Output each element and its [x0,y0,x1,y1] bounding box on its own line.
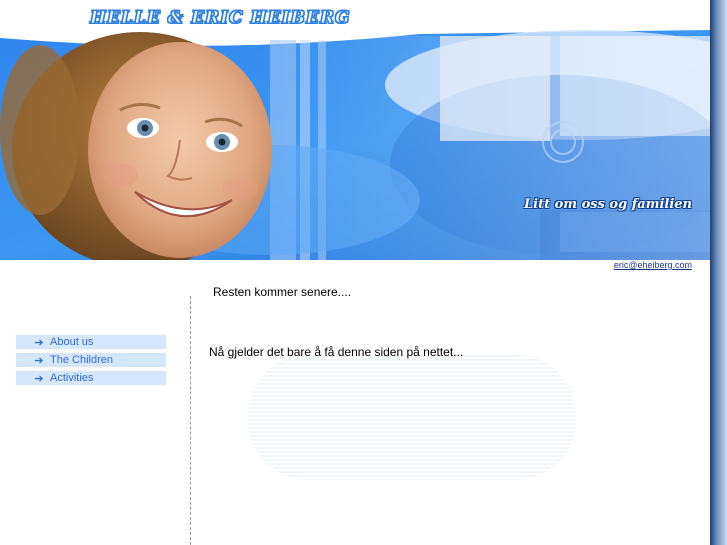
sidebar-item-the-children[interactable]: ➔ The Children [16,353,166,367]
banner-artwork [0,0,710,260]
tagline: Litt om oss og familien [524,197,692,212]
arrow-right-icon: ➔ [34,336,44,349]
face-shape [88,42,272,258]
sidebar-item-activities[interactable]: ➔ Activities [16,371,166,385]
arrow-right-icon: ➔ [34,354,44,367]
site-title: HELLE & ERIC HEIBERG [90,8,351,29]
sidebar-item-label: The Children [50,354,113,366]
sidebar-item-label: About us [50,336,94,348]
header-banner: HELLE & ERIC HEIBERG Litt om oss og fami… [0,0,710,260]
striped-background-decoration [248,355,576,480]
content-text-coming-later: Resten kommer senere.... [213,285,352,299]
right-edge-decoration [710,0,727,545]
sidebar-item-label: Activities [50,372,94,384]
arrow-right-icon: ➔ [34,372,44,385]
sidebar-nav: ➔ About us ➔ The Children ➔ Activities [16,335,166,389]
content-divider [190,296,191,545]
sidebar-item-about-us[interactable]: ➔ About us [16,335,166,349]
email-link[interactable]: eric@eheiberg.com [614,260,692,270]
content-text-getting-online: Nå gjelder det bare å få denne siden på … [209,345,464,359]
